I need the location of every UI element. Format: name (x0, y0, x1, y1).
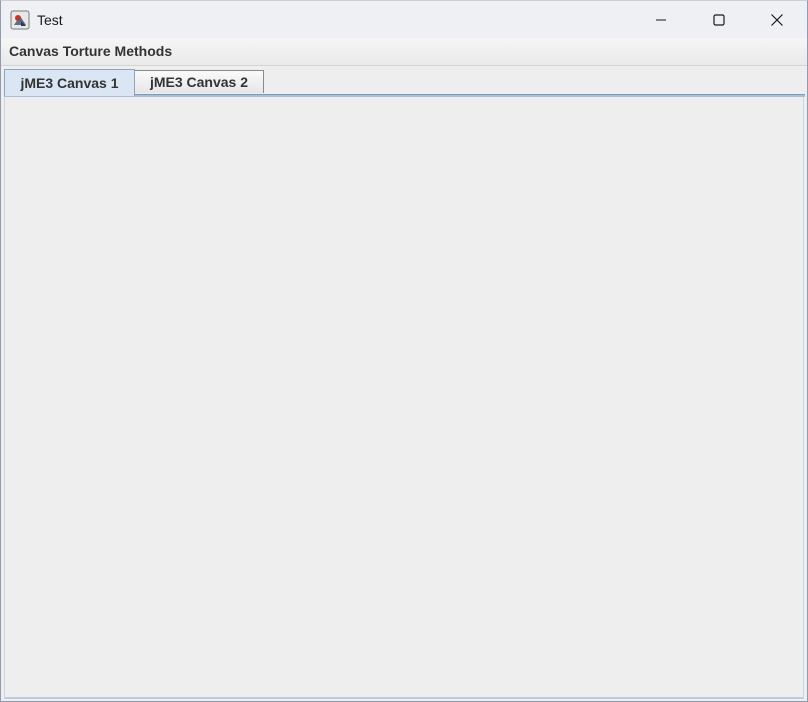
canvas-panel[interactable] (4, 97, 804, 699)
maximize-icon (713, 13, 725, 26)
title-bar[interactable]: Test (1, 1, 807, 38)
tab-jme3-canvas-1[interactable]: jME3 Canvas 1 (4, 69, 135, 96)
close-icon (771, 13, 783, 26)
minimize-icon (656, 19, 666, 20)
menu-canvas-torture-methods[interactable]: Canvas Torture Methods (9, 43, 172, 60)
tab-strip: jME3 Canvas 1 jME3 Canvas 2 (1, 66, 807, 97)
application-window: Test Canvas Torture Methods jME3 Canvas … (0, 0, 808, 702)
window-title: Test (37, 12, 63, 28)
maximize-button[interactable] (690, 1, 748, 38)
close-button[interactable] (748, 1, 806, 38)
tab-jme3-canvas-2[interactable]: jME3 Canvas 2 (134, 70, 264, 93)
menu-bar: Canvas Torture Methods (1, 38, 807, 66)
java-app-icon (10, 10, 30, 30)
minimize-button[interactable] (632, 1, 690, 38)
